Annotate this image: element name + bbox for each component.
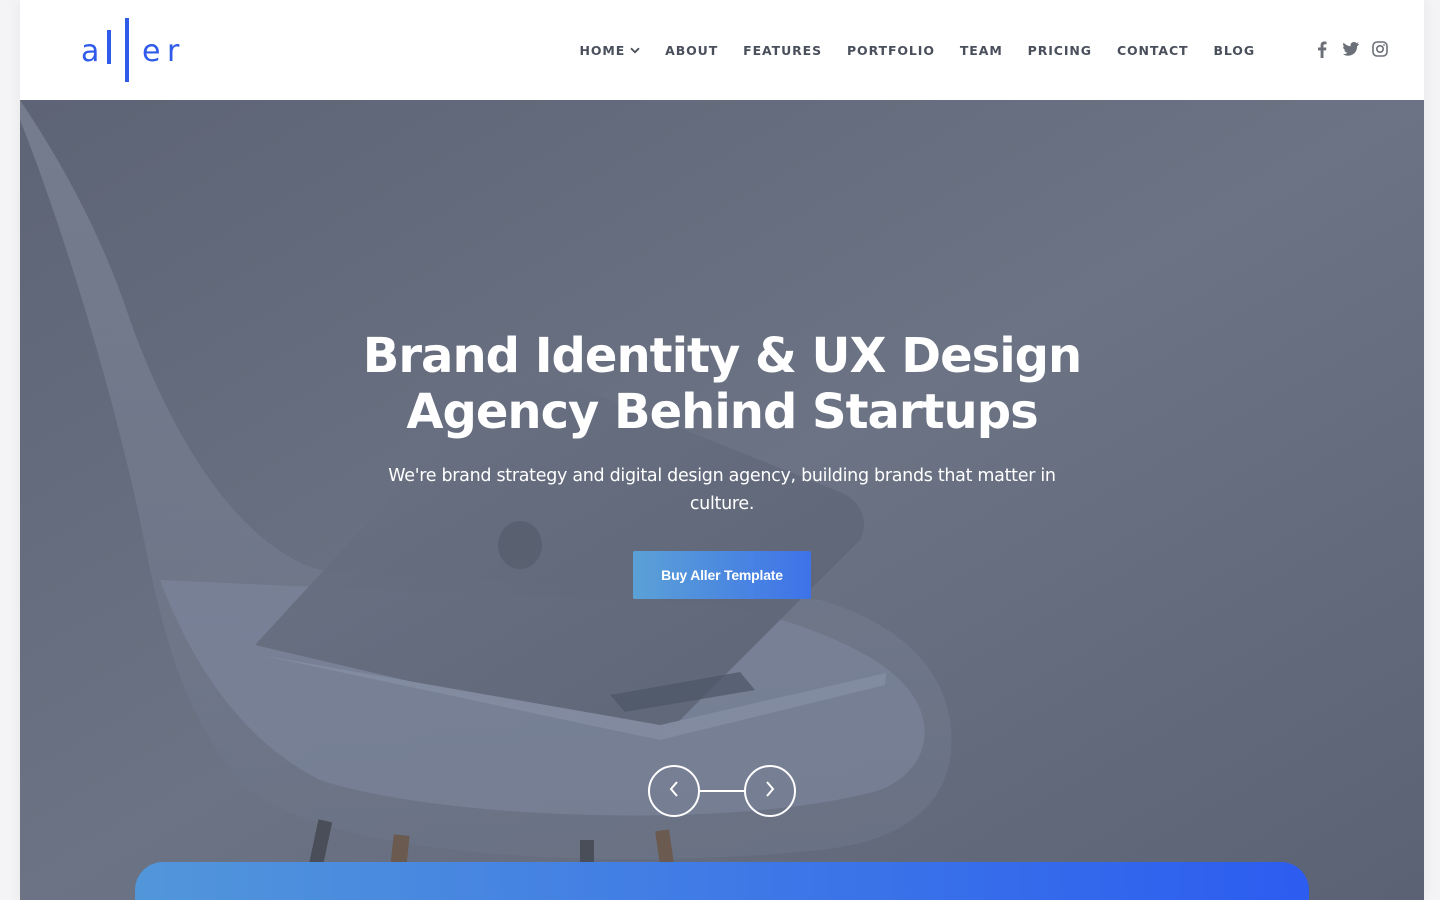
logo-letter-a: a — [81, 34, 100, 69]
nav-item-label: ABOUT — [665, 42, 719, 58]
slider-next-button[interactable] — [744, 765, 796, 817]
nav-item-label: PORTFOLIO — [846, 42, 935, 58]
hero-title-line: Brand Identity & UX Design — [362, 328, 1082, 384]
nav-item-home[interactable]: HOME — [579, 43, 640, 58]
nav-item-portfolio[interactable]: PORTFOLIO — [847, 43, 935, 58]
nav-item-label: FEATURES — [743, 42, 822, 58]
hero-title: Brand Identity & UX Design Agency Behind… — [20, 328, 1424, 440]
facebook-icon[interactable] — [1314, 40, 1330, 58]
logo-bar-short — [107, 30, 111, 64]
slider-connector — [700, 790, 744, 792]
buy-template-button[interactable]: Buy Aller Template — [633, 551, 811, 599]
slider-controls — [648, 765, 796, 819]
logo-bar-tall — [125, 18, 129, 82]
nav-item-contact[interactable]: CONTACT — [1117, 43, 1189, 58]
nav-item-team[interactable]: TEAM — [960, 43, 1003, 58]
site-header: a e r HOME ABOUT FEATURES PORTFOLIO TEAM… — [20, 0, 1424, 100]
nav-item-label: BLOG — [1213, 42, 1255, 58]
hero-section: Brand Identity & UX Design Agency Behind… — [20, 100, 1424, 900]
nav-item-pricing[interactable]: PRICING — [1028, 43, 1092, 58]
social-links — [1314, 40, 1388, 58]
chevron-left-icon — [668, 780, 680, 802]
nav-item-features[interactable]: FEATURES — [743, 43, 822, 58]
instagram-icon[interactable] — [1372, 40, 1388, 58]
hero-content: Brand Identity & UX Design Agency Behind… — [20, 328, 1424, 518]
nav-item-label: CONTACT — [1116, 42, 1189, 58]
nav-item-label: PRICING — [1027, 42, 1092, 58]
logo[interactable]: a e r — [81, 18, 191, 82]
nav-item-blog[interactable]: BLOG — [1213, 43, 1255, 58]
chevron-down-icon — [630, 47, 640, 54]
nav-item-label: HOME — [579, 42, 626, 58]
nav-item-about[interactable]: ABOUT — [665, 43, 718, 58]
nav-item-label: TEAM — [959, 42, 1003, 58]
main-nav: HOME ABOUT FEATURES PORTFOLIO TEAM PRICI… — [579, 38, 1255, 62]
twitter-icon[interactable] — [1343, 40, 1359, 58]
logo-letter-e: e — [142, 34, 161, 69]
hero-subtitle: We're brand strategy and digital design … — [388, 466, 1056, 514]
hero-title-line: Agency Behind Startups — [406, 384, 1038, 440]
features-card-top — [135, 862, 1309, 900]
page-frame: a e r HOME ABOUT FEATURES PORTFOLIO TEAM… — [20, 0, 1424, 900]
logo-letter-r: r — [167, 34, 180, 69]
chevron-right-icon — [764, 780, 776, 802]
slider-prev-button[interactable] — [648, 765, 700, 817]
